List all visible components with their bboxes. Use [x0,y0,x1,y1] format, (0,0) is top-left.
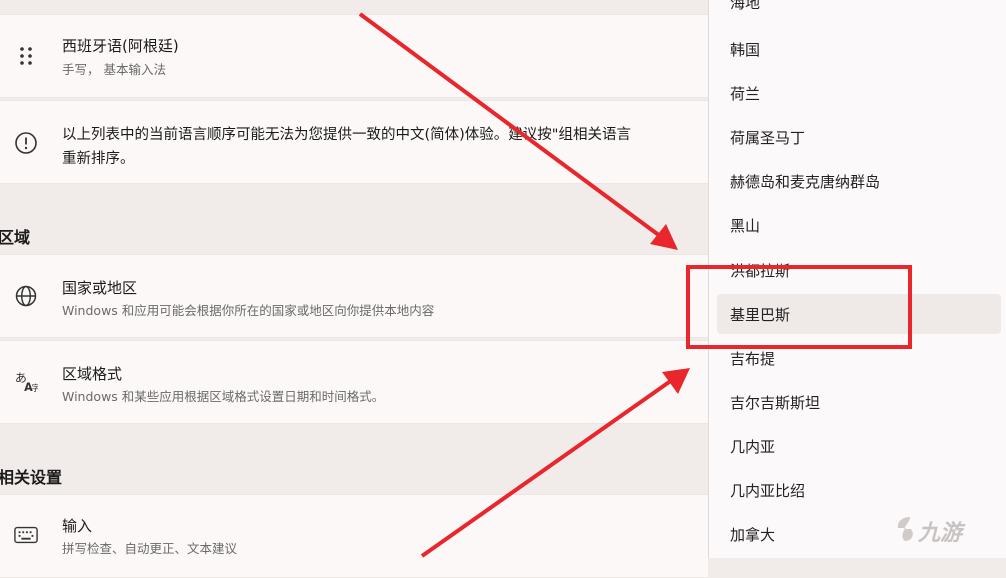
section-heading-region: 区域 [0,228,31,247]
annotation-arrowhead-upper [650,224,678,250]
region-format-title: 区域格式 [62,365,123,383]
annotation-highlight-box [686,265,912,349]
dropdown-item[interactable]: 海地 [730,0,760,13]
dropdown-item[interactable]: 荷兰 [730,83,760,104]
region-format-setting[interactable]: あ A 字 区域格式 Windows 和某些应用根据区域格式设置日期和时间格式。 [0,340,708,424]
country-or-region-title: 国家或地区 [62,279,138,297]
dropdown-item[interactable]: 加拿大 [730,524,775,545]
language-item-title: 西班牙语(阿根廷) [62,37,179,55]
language-format-icon: あ A 字 [14,369,38,394]
drag-handle-icon[interactable] [14,44,38,68]
country-or-region-setting[interactable]: 国家或地区 Windows 和应用可能会根据你所在的国家或地区向你提供本地内容 [0,254,708,338]
section-heading-related-settings: 相关设置 [0,468,63,487]
dropdown-item[interactable]: 黑山 [730,215,760,236]
language-item-card[interactable]: 西班牙语(阿根廷) 手写， 基本输入法 [0,14,708,98]
language-item-subtitle: 手写， 基本输入法 [62,62,166,77]
keyboard-icon [14,523,38,547]
svg-text:字: 字 [32,383,38,393]
watermark-logo-icon [897,517,913,541]
dropdown-item[interactable]: 赫德岛和麦克唐纳群岛 [730,171,880,192]
region-format-subtitle: Windows 和某些应用根据区域格式设置日期和时间格式。 [62,389,385,404]
dropdown-item[interactable]: 几内亚 [730,436,775,457]
dropdown-item[interactable]: 几内亚比绍 [730,480,805,501]
watermark-text: 九游 [918,521,963,546]
input-title: 输入 [62,517,93,535]
input-subtitle: 拼写检查、自动更正、文本建议 [62,541,238,556]
country-or-region-subtitle: Windows 和应用可能会根据你所在的国家或地区向你提供本地内容 [62,303,435,318]
notice-text-line2: 重新排序。 [62,151,135,167]
dropdown-item[interactable]: 吉尔吉斯斯坦 [730,392,820,413]
dropdown-item[interactable]: 韩国 [730,39,760,60]
language-order-notice: 以上列表中的当前语言顺序可能无法为您提供一致的中文(简体)体验。建议按"组相关语… [0,100,708,184]
notice-text-line1: 以上列表中的当前语言顺序可能无法为您提供一致的中文(简体)体验。建议按"组相关语… [62,127,631,143]
dropdown-item[interactable]: 荷属圣马丁 [730,127,805,148]
input-setting[interactable]: 输入 拼写检查、自动更正、文本建议 [0,494,708,578]
info-icon [14,131,38,155]
dropdown-item[interactable]: 吉布提 [730,348,775,369]
globe-icon [14,284,38,308]
